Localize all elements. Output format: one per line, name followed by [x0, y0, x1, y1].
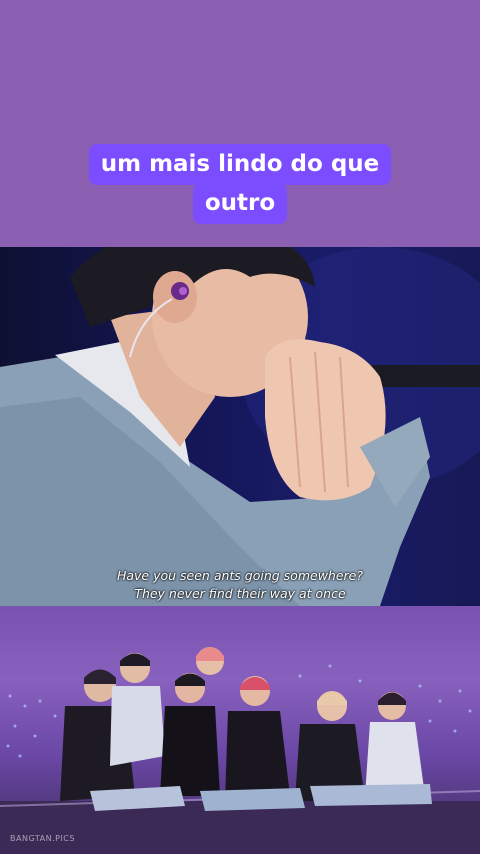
caption-line-1: um mais lindo do que — [88, 144, 392, 185]
group-image — [0, 647, 480, 854]
singer-image — [0, 247, 480, 606]
watermark: BANGTAN.PICS — [10, 834, 75, 843]
caption-overlay: um mais lindo do que outro — [0, 144, 480, 224]
video-frame-singer[interactable]: Have you seen ants going somewhere? They… — [0, 247, 480, 606]
subtitle-line-1: Have you seen ants going somewhere? — [116, 568, 364, 583]
caption-line-2: outro — [192, 183, 288, 224]
subtitle-line-2: They never find their way at once — [134, 586, 346, 601]
video-frame-group[interactable]: BANGTAN.PICS — [0, 606, 480, 854]
